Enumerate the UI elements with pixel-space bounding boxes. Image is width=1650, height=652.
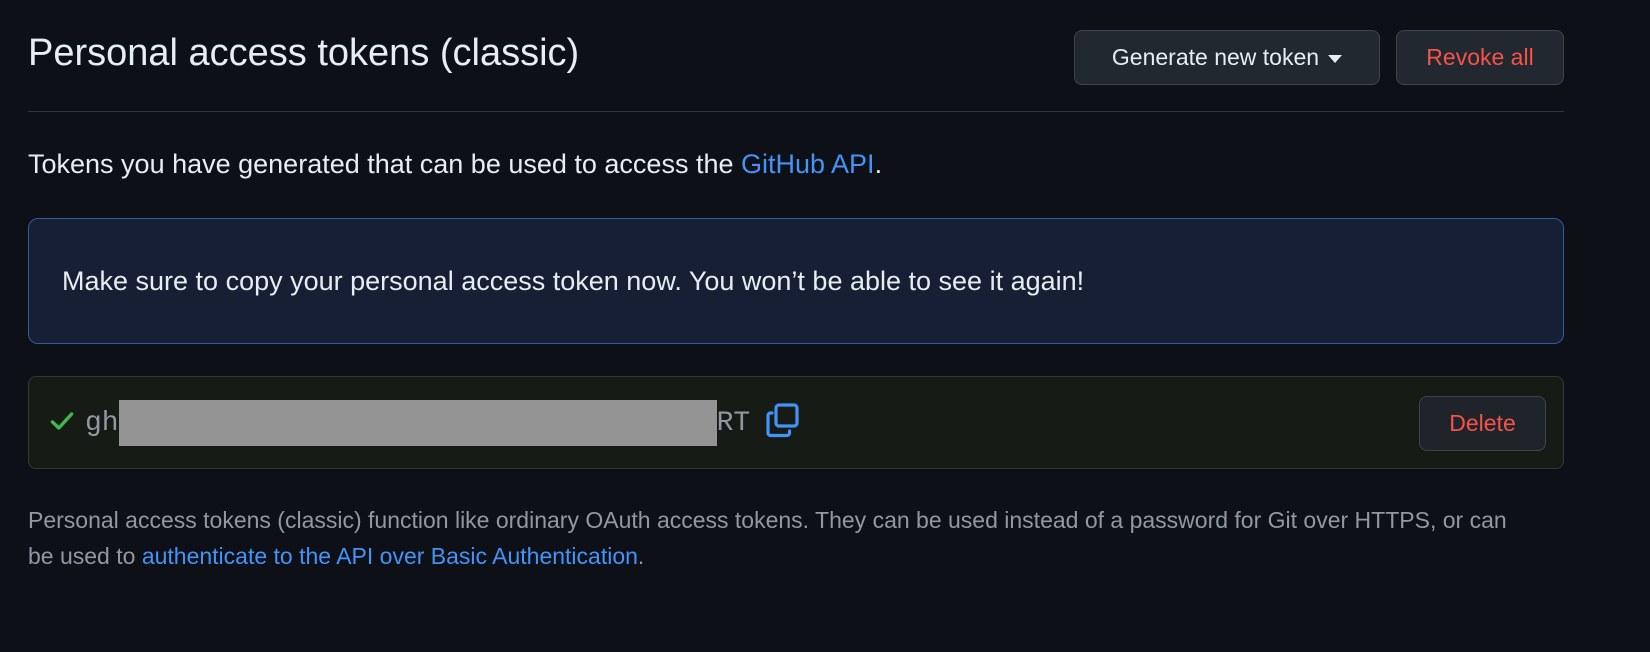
revoke-all-button[interactable]: Revoke all (1396, 30, 1564, 85)
check-icon (50, 412, 74, 430)
caret-down-icon (1328, 54, 1343, 63)
intro-text: Tokens you have generated that can be us… (28, 146, 882, 182)
header-actions: Generate new token Revoke all (1074, 30, 1564, 85)
intro-suffix: . (874, 149, 883, 179)
intro-prefix: Tokens you have generated that can be us… (28, 149, 741, 179)
page-header: Personal access tokens (classic) Generat… (28, 0, 1564, 112)
footnote-suffix: . (637, 543, 645, 569)
settings-content: Personal access tokens (classic) Generat… (28, 0, 1564, 569)
footnote: Personal access tokens (classic) functio… (28, 502, 1528, 574)
delete-token-button[interactable]: Delete (1419, 396, 1546, 451)
generate-new-token-button[interactable]: Generate new token (1074, 30, 1380, 85)
basic-auth-link[interactable]: authenticate to the API over Basic Authe… (142, 543, 638, 569)
new-token-row: gh RT Delete (28, 376, 1564, 469)
copy-icon[interactable] (766, 402, 800, 438)
token-redaction (118, 400, 717, 446)
delete-token-label: Delete (1449, 410, 1516, 436)
page-title: Personal access tokens (classic) (28, 32, 580, 74)
token-prefix: gh (85, 407, 119, 439)
copy-warning-banner: Make sure to copy your personal access t… (28, 218, 1564, 344)
revoke-all-label: Revoke all (1426, 44, 1534, 70)
token-value: gh RT (85, 400, 750, 446)
github-api-link[interactable]: GitHub API (741, 149, 875, 179)
generate-new-token-label: Generate new token (1111, 44, 1320, 70)
copy-warning-message: Make sure to copy your personal access t… (62, 265, 1085, 296)
token-suffix: RT (716, 407, 751, 439)
